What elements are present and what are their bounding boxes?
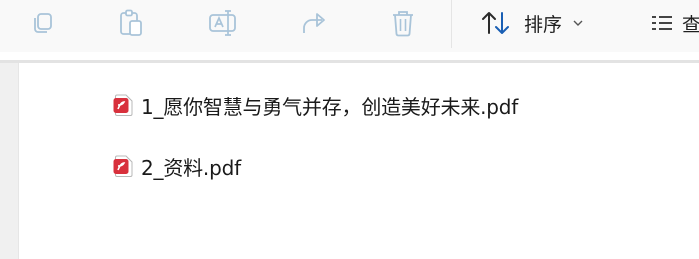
copy-icon	[34, 13, 52, 33]
pdf-icon	[113, 155, 133, 177]
toolbar-divider	[0, 60, 699, 63]
share-button[interactable]	[297, 6, 333, 40]
view-label: 查	[682, 13, 699, 36]
rename-button[interactable]	[205, 6, 241, 40]
copy-button[interactable]	[24, 6, 60, 40]
sort-arrows-icon	[482, 12, 509, 34]
rename-icon	[209, 10, 236, 36]
chevron-down-icon	[573, 20, 583, 26]
paste-button[interactable]	[113, 6, 149, 40]
delete-button[interactable]	[385, 6, 421, 40]
toolbar-separator	[451, 0, 452, 48]
file-name: 2_资料.pdf	[141, 155, 241, 180]
file-item[interactable]: 2_资料.pdf	[113, 153, 241, 180]
sort-label: 排序	[524, 13, 563, 36]
file-item[interactable]: 1_愿你智慧与勇气并存，创造美好未来.pdf	[113, 92, 519, 119]
file-name: 1_愿你智慧与勇气并存，创造美好未来.pdf	[141, 94, 519, 119]
view-list-icon	[652, 16, 672, 30]
command-bar: 排序 查	[0, 0, 699, 52]
pdf-icon	[113, 94, 133, 116]
share-icon	[303, 13, 325, 33]
paste-icon	[120, 9, 142, 36]
sort-button[interactable]: 排序	[480, 6, 584, 40]
navigation-pane-edge	[0, 63, 19, 259]
trash-icon	[393, 11, 413, 37]
view-button[interactable]: 查	[650, 8, 699, 38]
